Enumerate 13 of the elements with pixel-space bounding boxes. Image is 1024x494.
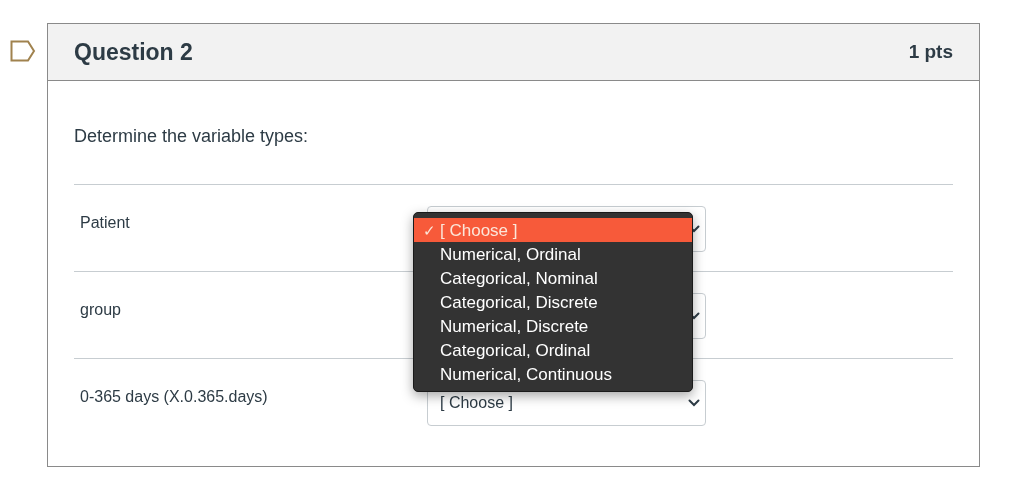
row-label: group (79, 300, 122, 320)
dropdown-option[interactable]: Categorical, Ordinal (414, 338, 692, 362)
dropdown-option[interactable]: Categorical, Nominal (414, 266, 692, 290)
row-label: Patient (79, 213, 131, 233)
dropdown-option[interactable]: Numerical, Ordinal (414, 242, 692, 266)
chevron-icon (688, 399, 700, 407)
question-prompt: Determine the variable types: (74, 125, 310, 148)
dropdown-option[interactable]: Numerical, Discrete (414, 314, 692, 338)
row-label: 0-365 days (X.0.365.days) (79, 387, 269, 407)
points: 1 pts (908, 39, 953, 64)
question-title: Question 2 (74, 37, 193, 67)
bookmark-icon[interactable] (10, 40, 36, 62)
dropdown-option[interactable]: Categorical, Discrete (414, 290, 692, 314)
